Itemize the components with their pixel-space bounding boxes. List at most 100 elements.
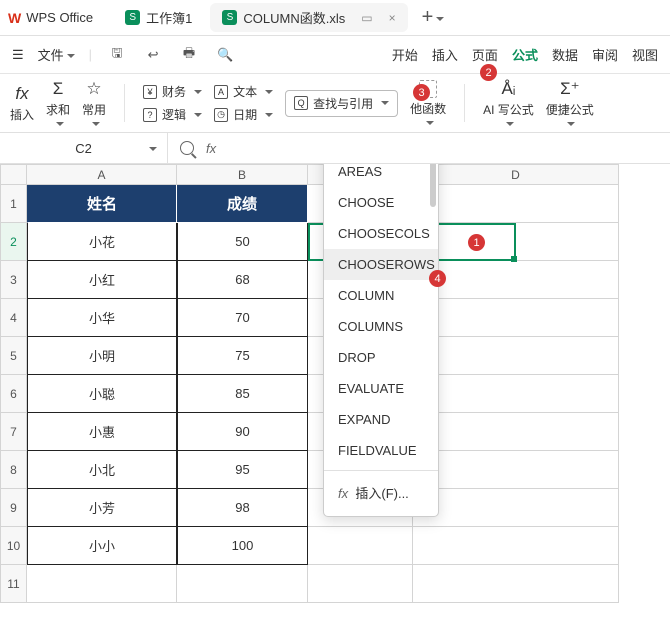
cell[interactable] <box>308 565 413 603</box>
menu-review[interactable]: 审阅 <box>592 45 618 64</box>
row-header[interactable]: 6 <box>0 375 27 413</box>
save-icon[interactable]: 🖫 <box>106 44 128 66</box>
cell[interactable] <box>413 413 619 451</box>
cell[interactable]: 75 <box>177 337 308 375</box>
doc-tab-2[interactable]: S COLUMN函数.xls ▭ × <box>210 3 407 32</box>
menu-formula[interactable]: 公式 <box>512 45 538 64</box>
spreadsheet-grid[interactable]: A B C D 1姓名成绩2小花503小红684小华705小明756小聪857小… <box>0 164 619 603</box>
fx-icon[interactable]: fx <box>206 141 216 156</box>
cell[interactable]: 小明 <box>27 337 177 375</box>
close-icon[interactable]: × <box>389 11 396 25</box>
cell[interactable]: 小北 <box>27 451 177 489</box>
cell[interactable]: 68 <box>177 261 308 299</box>
doc-tab-1[interactable]: S 工作簿1 <box>113 3 204 32</box>
col-header-B[interactable]: B <box>177 164 308 185</box>
dropdown-item[interactable]: COLUMN <box>324 280 438 311</box>
text-menu[interactable]: A文本 <box>214 83 273 100</box>
row-header[interactable]: 10 <box>0 527 27 565</box>
cell[interactable]: 85 <box>177 375 308 413</box>
new-tab-button[interactable]: + <box>422 6 445 29</box>
preview-icon[interactable]: 🔍 <box>214 44 236 66</box>
dropdown-item[interactable]: EVALUATE <box>324 373 438 404</box>
quick-formula-button[interactable]: Σ⁺ 便捷公式 <box>546 79 594 128</box>
window-control-icon[interactable]: ▭ <box>361 11 372 25</box>
cell[interactable]: 70 <box>177 299 308 337</box>
dropdown-item[interactable]: AREAS <box>324 164 438 187</box>
dropdown-item[interactable]: CHOOSECOLS <box>324 218 438 249</box>
cell[interactable]: 小花 <box>27 223 177 261</box>
back-icon[interactable]: ↩ <box>142 44 164 66</box>
formula-input[interactable] <box>228 141 658 156</box>
menu-data[interactable]: 数据 <box>552 45 578 64</box>
dropdown-item[interactable]: DROP <box>324 342 438 373</box>
lookup-ref-menu[interactable]: Q 查找与引用 <box>285 90 398 117</box>
dropdown-item[interactable]: CHOOSE <box>324 187 438 218</box>
menu-bar: ☰ 文件 | 🖫 ↩ 🖶 🔍 开始 插入 页面 公式 数据 审阅 视图 2 <box>0 36 670 74</box>
cell[interactable]: 小惠 <box>27 413 177 451</box>
insert-fn-button[interactable]: fx 插入 <box>10 84 34 123</box>
finance-menu[interactable]: ¥财务 <box>143 83 202 100</box>
cell[interactable]: 100 <box>177 527 308 565</box>
menu-start[interactable]: 开始 <box>392 45 418 64</box>
cell[interactable] <box>413 489 619 527</box>
insert-function-item[interactable]: fx 插入(F)... <box>324 475 438 510</box>
cell[interactable]: 90 <box>177 413 308 451</box>
row-header[interactable]: 7 <box>0 413 27 451</box>
cell[interactable]: 小红 <box>27 261 177 299</box>
cell[interactable] <box>413 565 619 603</box>
row-header[interactable]: 2 <box>0 223 27 261</box>
hamburger-icon[interactable]: ☰ <box>12 47 24 63</box>
chevron-down-icon[interactable] <box>146 141 157 156</box>
print-icon[interactable]: 🖶 <box>178 44 200 66</box>
dropdown-item[interactable]: FIELDVALUE <box>324 435 438 466</box>
zoom-out-icon[interactable] <box>180 141 194 155</box>
cell[interactable]: 小芳 <box>27 489 177 527</box>
menu-view[interactable]: 视图 <box>632 45 658 64</box>
cell[interactable] <box>413 337 619 375</box>
row-header[interactable]: 11 <box>0 565 27 603</box>
row-header[interactable]: 4 <box>0 299 27 337</box>
file-menu[interactable]: 文件 <box>38 45 75 64</box>
dropdown-item[interactable]: COLUMNS <box>324 311 438 342</box>
lookup-icon: Q <box>294 96 308 110</box>
cell[interactable]: 小小 <box>27 527 177 565</box>
logic-menu[interactable]: ?逻辑 <box>143 106 202 123</box>
cell[interactable] <box>413 223 619 261</box>
cell[interactable]: 小聪 <box>27 375 177 413</box>
divider <box>464 84 465 122</box>
sum-button[interactable]: Σ 求和 <box>46 79 70 128</box>
cell[interactable]: 小华 <box>27 299 177 337</box>
cell[interactable]: 姓名 <box>27 185 177 223</box>
sigma-icon: Σ <box>53 79 64 99</box>
cell[interactable] <box>413 375 619 413</box>
cell[interactable]: 50 <box>177 223 308 261</box>
row-header[interactable]: 1 <box>0 185 27 223</box>
sum-label: 求和 <box>46 101 70 118</box>
dropdown-item[interactable]: CHOOSEROWS <box>324 249 438 280</box>
cell[interactable]: 95 <box>177 451 308 489</box>
cell[interactable]: 98 <box>177 489 308 527</box>
col-header-A[interactable]: A <box>27 164 177 185</box>
cell[interactable] <box>27 565 177 603</box>
dropdown-item[interactable]: EXPAND <box>324 404 438 435</box>
cell[interactable] <box>413 185 619 223</box>
cell[interactable] <box>308 527 413 565</box>
cell[interactable] <box>413 527 619 565</box>
col-header-D[interactable]: D <box>413 164 619 185</box>
menu-insert[interactable]: 插入 <box>432 45 458 64</box>
quick-label: 便捷公式 <box>546 101 594 118</box>
cell[interactable] <box>413 299 619 337</box>
common-button[interactable]: ☆ 常用 <box>82 79 106 128</box>
ai-formula-button[interactable]: Åᵢ AI 写公式 <box>483 79 534 128</box>
cell[interactable] <box>177 565 308 603</box>
cell[interactable] <box>413 451 619 489</box>
cell[interactable]: 成绩 <box>177 185 308 223</box>
row-header[interactable]: 9 <box>0 489 27 527</box>
row-header[interactable]: 3 <box>0 261 27 299</box>
datetime-menu[interactable]: ◷日期 <box>214 106 273 123</box>
name-box[interactable]: C2 <box>0 133 168 163</box>
menu-page[interactable]: 页面 <box>472 45 498 64</box>
select-all-corner[interactable] <box>0 164 27 185</box>
row-header[interactable]: 8 <box>0 451 27 489</box>
row-header[interactable]: 5 <box>0 337 27 375</box>
